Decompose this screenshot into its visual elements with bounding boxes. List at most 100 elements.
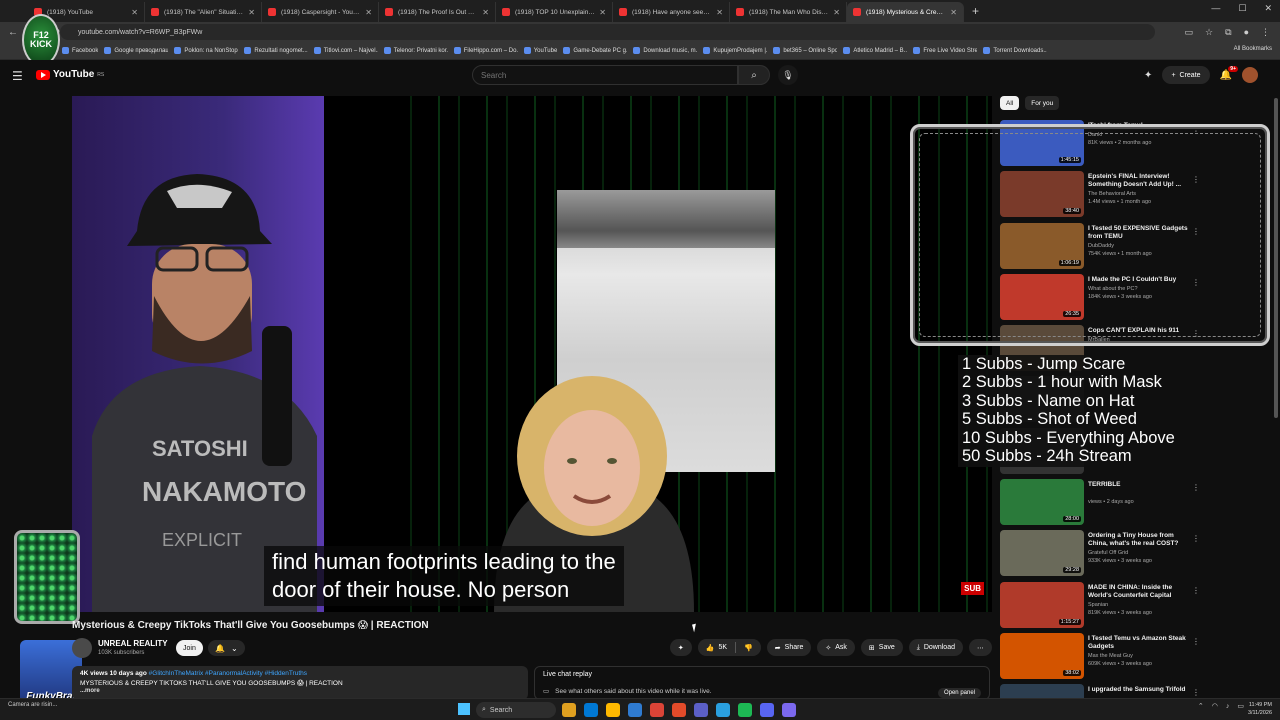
more-dots-icon[interactable]: ⋮ — [1192, 329, 1200, 338]
more-dots-icon[interactable]: ⋮ — [1192, 124, 1200, 133]
open-panel-button[interactable]: Open panel — [937, 688, 981, 698]
more-dots-icon[interactable]: ⋮ — [1192, 586, 1200, 595]
recommendation-channel[interactable]: Grateful Off Grid — [1088, 550, 1128, 556]
recommendation-item[interactable]: 29:28 Ordering a Tiny House from China, w… — [1000, 528, 1206, 579]
taskbar-app-icon[interactable] — [672, 703, 686, 717]
taskbar-app-icon[interactable] — [716, 703, 730, 717]
channel-name[interactable]: UNREAL REALITY — [98, 639, 168, 648]
page-scrollbar[interactable] — [1272, 92, 1280, 696]
close-tab-icon[interactable]: ✕ — [716, 8, 723, 17]
notifications-button[interactable]: 🔔 9+ — [1220, 65, 1238, 81]
chip-for-you[interactable]: For you — [1025, 96, 1060, 110]
video-thumbnail[interactable] — [1000, 684, 1084, 698]
video-thumbnail[interactable]: 29:28 — [1000, 530, 1084, 577]
more-dots-icon[interactable]: ⋮ — [1192, 534, 1200, 543]
clock[interactable]: 11:49 PM 3/11/2026 — [1248, 701, 1272, 717]
description-box[interactable]: 4K views 10 days ago #GlitchInTheMatrix … — [72, 666, 528, 700]
more-dots-icon[interactable]: ⋮ — [1192, 688, 1200, 697]
bookmark-item[interactable]: Download music, m... — [633, 47, 697, 54]
browser-tab[interactable]: (1918) The "Alien" Situation Is ✕ — [145, 2, 262, 22]
recommendation-channel[interactable]: What about the PC? — [1088, 286, 1138, 292]
subscribed-button[interactable]: 🔔 ⌄ — [208, 640, 245, 656]
bookmark-item[interactable]: Rezultati nogomet... — [244, 47, 308, 54]
taskbar-app-icon[interactable] — [606, 703, 620, 717]
recommendation-channel[interactable]: DubDaddy — [1088, 243, 1114, 249]
search-input[interactable] — [481, 70, 737, 80]
taskbar-search[interactable]: ⌕ Search — [476, 702, 556, 718]
bookmark-item[interactable]: Free Live Video Stre... — [913, 47, 977, 54]
close-tab-icon[interactable]: ✕ — [482, 8, 489, 17]
video-thumbnail[interactable]: 28:00 — [1000, 479, 1084, 526]
bookmark-item[interactable]: FileHippo.com – Do... — [453, 47, 518, 54]
more-dots-icon[interactable]: ⋮ — [1192, 227, 1200, 236]
bookmark-star-icon[interactable]: ☆ — [1205, 27, 1213, 38]
menu-icon[interactable]: ⋮ — [1261, 27, 1270, 38]
taskbar-app-icon[interactable] — [584, 703, 598, 717]
account-avatar[interactable] — [1242, 67, 1258, 83]
save-button[interactable]: ⊞ Save — [860, 639, 903, 656]
bookmark-item[interactable]: Telenor: Privatni kor... — [383, 47, 448, 54]
recommendation-channel[interactable]: Dankl — [1088, 132, 1102, 138]
taskbar-app-icon[interactable] — [562, 703, 576, 717]
taskbar-app-icon[interactable] — [738, 703, 752, 717]
recommendation-item[interactable]: 1:06:19 I Tested 50 EXPENSIVE Gadgets fro… — [1000, 221, 1206, 272]
close-tab-icon[interactable]: ✕ — [365, 8, 372, 17]
browser-tab[interactable]: (1918) Mysterious & Creepy ✕ — [847, 2, 964, 22]
dislike-button[interactable]: 👎 — [736, 639, 761, 656]
recommendation-item[interactable]: 1:15:27 MADE IN CHINA: Inside the World's… — [1000, 580, 1206, 631]
more-dots-icon[interactable]: ⋮ — [1192, 483, 1200, 492]
like-button[interactable]: 👍 5K — [697, 639, 736, 656]
browser-tab[interactable]: (1918) Caspersight - YouTube ✕ — [262, 2, 379, 22]
browser-tab[interactable]: (1918) The Proof Is Out There ✕ — [379, 2, 496, 22]
subscribe-watermark[interactable]: SUB — [961, 582, 984, 595]
minimize-icon[interactable]: — — [1211, 3, 1220, 14]
recommendation-channel[interactable]: The Behavioral Arts — [1088, 191, 1136, 197]
cast-tv-icon[interactable]: ✦ — [1144, 70, 1152, 81]
more-link[interactable]: ...more — [80, 688, 520, 694]
taskbar-app-icon[interactable] — [650, 703, 664, 717]
bookmark-item[interactable]: Titlovi.com – Najvel... — [313, 47, 378, 54]
browser-tab[interactable]: (1918) The Man Who Disappea ✕ — [730, 2, 847, 22]
maximize-icon[interactable]: ☐ — [1238, 3, 1246, 14]
bookmark-item[interactable]: KupujemProdajem |... — [703, 47, 767, 54]
battery-icon[interactable]: ▭ — [1237, 702, 1244, 710]
close-tab-icon[interactable]: ✕ — [248, 8, 255, 17]
ask-button[interactable]: ✧ Ask — [817, 639, 855, 656]
video-player[interactable]: SATOSHI NAKAMOTO EXPLICIT find human foo… — [72, 96, 992, 612]
recommendation-item[interactable]: 26:35 I Made the PC I Couldn't Buy What ab… — [1000, 272, 1206, 323]
url-field[interactable]: youtube.com/watch?v=R6WP_B3pFWw — [60, 24, 1155, 40]
taskbar-app-icon[interactable] — [782, 703, 796, 717]
chevron-up-icon[interactable]: ⌃ — [1198, 702, 1204, 710]
taskbar-app-icon[interactable] — [694, 703, 708, 717]
more-dots-icon[interactable]: ⋮ — [1192, 175, 1200, 184]
chip-all[interactable]: All — [1000, 96, 1020, 110]
hashtags[interactable]: #GlitchInTheMatrix #ParanormalActivity #… — [149, 670, 307, 677]
windows-start-icon[interactable] — [458, 703, 470, 715]
wifi-icon[interactable]: ◠ — [1212, 702, 1218, 710]
recommendation-channel[interactable]: MrBallen — [1088, 337, 1110, 343]
weather-widget[interactable]: Camera are risin... — [8, 702, 57, 708]
bookmark-item[interactable]: YouTube — [523, 47, 557, 54]
more-dots-icon[interactable]: ⋮ — [1192, 278, 1200, 287]
recommendation-item[interactable]: 38:02 I Tested Temu vs Amazon Steak Gadge… — [1000, 631, 1206, 682]
bookmark-item[interactable]: bet365 – Online Spo... — [773, 47, 837, 54]
join-button[interactable]: Join — [176, 640, 203, 656]
bookmark-item[interactable]: Poklon: na NonStop... — [174, 47, 238, 54]
profile-icon[interactable]: ● — [1244, 27, 1249, 38]
more-actions-button[interactable]: ⋯ — [969, 639, 992, 656]
youtube-logo[interactable]: YouTube RS — [36, 69, 104, 80]
back-icon[interactable]: ← — [8, 27, 18, 38]
extensions-icon[interactable]: ⧉ — [1225, 27, 1231, 38]
taskbar-app-icon[interactable] — [760, 703, 774, 717]
share-button[interactable]: ➦ Share — [766, 639, 812, 656]
recommendation-channel[interactable]: Spanian — [1088, 602, 1108, 608]
video-thumbnail[interactable]: 26:35 — [1000, 273, 1084, 320]
search-button[interactable]: ⌕ — [738, 65, 770, 85]
voice-search-button[interactable]: 🎙 — [778, 65, 798, 85]
close-tab-icon[interactable]: ✕ — [833, 8, 840, 17]
cast-icon[interactable]: ▭ — [1185, 27, 1194, 38]
recommendation-item[interactable]: 28:00 TERRIBLE views • 2 days ago ⋮ — [1000, 477, 1206, 528]
new-tab-button[interactable]: + — [972, 4, 979, 18]
bookmark-item[interactable]: Game-Debate PC g... — [563, 47, 627, 54]
video-thumbnail[interactable]: 38:40 — [1000, 171, 1084, 218]
